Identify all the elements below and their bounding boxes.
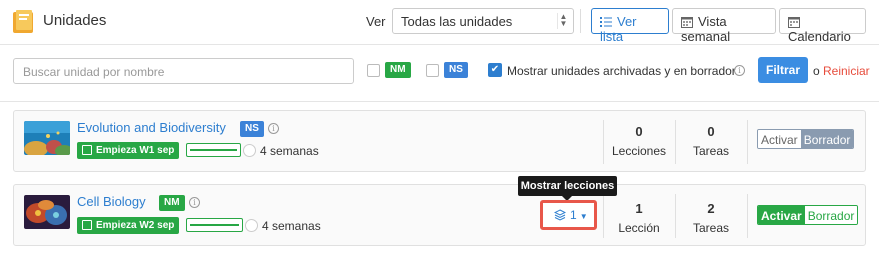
draft-option[interactable]: Borrador [804, 206, 858, 224]
lessons-count: 1 Lección [604, 201, 674, 235]
info-icon[interactable]: i [189, 197, 200, 208]
lessons-tooltip: Mostrar lecciones [518, 176, 617, 201]
tasks-count: 2 Tareas [676, 201, 746, 235]
unit-thumbnail [24, 195, 70, 229]
view-label: Ver [366, 14, 386, 29]
lessons-count: 0 Lecciones [604, 124, 674, 158]
lessons-button-count: 1 [570, 208, 577, 222]
search-input[interactable]: Buscar unidad por nombre [13, 58, 354, 84]
publish-toggle[interactable]: Activar Borrador [757, 129, 855, 149]
units-view-select[interactable]: Todas las unidades ▲ ▼ [392, 8, 574, 34]
or-text: o [813, 64, 820, 78]
unit-title[interactable]: Cell Biology [77, 194, 146, 209]
lessons-number: 1 [635, 201, 643, 216]
checkmark-icon: ✔ [490, 64, 500, 75]
calendar-week-icon [681, 17, 693, 28]
activate-option[interactable]: Activar [758, 130, 801, 148]
header-separator [580, 9, 581, 33]
duration-bar [186, 143, 241, 157]
select-arrows-icon: ▲ ▼ [557, 13, 569, 29]
lessons-label: Lecciones [611, 144, 667, 158]
unit-level-badge: NM [159, 195, 185, 211]
layers-icon [553, 209, 567, 221]
lessons-label: Lección [618, 221, 660, 235]
card-separator [747, 194, 748, 238]
archived-label: Mostrar unidades archivadas y en borrado… [507, 64, 736, 78]
unit-level-badge: NS [240, 121, 264, 137]
list-icon [600, 17, 612, 27]
caret-down-icon: ▼ [579, 212, 588, 221]
calendar-icon [82, 220, 92, 230]
filter-button[interactable]: Filtrar [758, 57, 808, 83]
tasks-count: 0 Tareas [676, 124, 746, 158]
calendar-icon [788, 17, 800, 28]
publish-toggle[interactable]: Activar Borrador [757, 205, 859, 225]
duration-label: 4 semanas [262, 219, 321, 233]
clock-icon [243, 144, 256, 157]
clock-icon [245, 219, 258, 232]
page-title: Unidades [43, 12, 107, 29]
calendar-view-label: Calendario [788, 29, 851, 44]
duration-bar [186, 218, 243, 232]
header-divider [0, 44, 879, 45]
lessons-number: 0 [635, 124, 643, 139]
tasks-label: Tareas [692, 221, 730, 235]
start-label: Empieza W1 sep [96, 145, 175, 156]
duration-fill [190, 224, 239, 226]
calendar-icon [82, 145, 92, 155]
units-icon [13, 10, 35, 34]
activate-option[interactable]: Activar [758, 206, 805, 224]
ns-badge: NS [444, 62, 468, 78]
nm-checkbox[interactable] [367, 64, 380, 77]
reset-link[interactable]: Reiniciar [823, 64, 870, 78]
calendar-view-button[interactable]: Calendario [779, 8, 866, 44]
filter-divider [0, 101, 879, 102]
start-badge: Empieza W1 sep [77, 142, 180, 159]
unit-thumbnail [24, 121, 70, 155]
unit-title[interactable]: Evolution and Biodiversity [77, 120, 226, 135]
draft-option[interactable]: Borrador [800, 130, 854, 148]
ns-checkbox[interactable] [426, 64, 439, 77]
info-icon[interactable]: i [268, 123, 279, 134]
unit-card: Cell Biology NM i Empieza W2 sep 4 seman… [13, 184, 866, 246]
show-lessons-button[interactable]: 1 ▼ [540, 200, 597, 230]
unit-card: Evolution and Biodiversity NS i Empieza … [13, 110, 866, 172]
info-icon[interactable]: i [734, 65, 745, 76]
weekly-view-button[interactable]: Vista semanal [672, 8, 776, 44]
duration-label: 4 semanas [260, 144, 319, 158]
duration-fill [190, 149, 237, 151]
archived-checkbox[interactable]: ✔ [488, 63, 502, 77]
start-label: Empieza W2 sep [96, 220, 175, 231]
tasks-label: Tareas [692, 144, 730, 158]
units-view-select-value: Todas las unidades [401, 14, 513, 29]
list-view-button[interactable]: Ver lista [591, 8, 669, 44]
tasks-number: 2 [707, 201, 715, 216]
start-badge: Empieza W2 sep [77, 217, 180, 234]
tasks-number: 0 [707, 124, 715, 139]
nm-badge: NM [385, 62, 411, 78]
card-separator [747, 120, 748, 164]
